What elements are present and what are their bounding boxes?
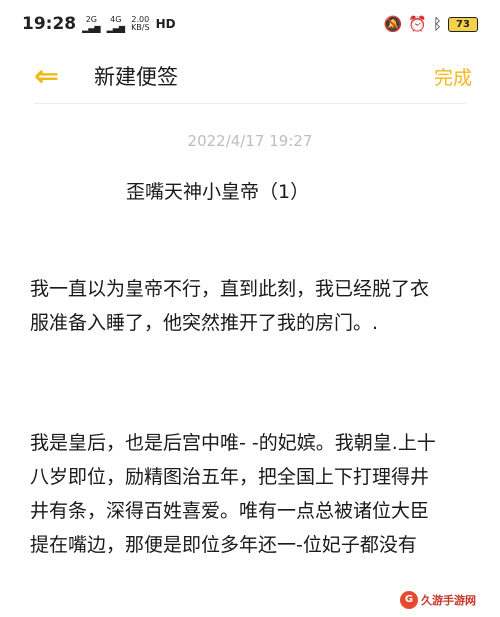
note-timestamp: 2022/4/17 19:27	[187, 132, 313, 150]
status-time: 19:28	[22, 14, 77, 34]
battery-level: 73	[456, 18, 470, 30]
status-left: 19:28 2G ▂▄▆ 4G ▂▄▆ 2.00 KB/S HD	[22, 14, 176, 34]
net-speed: 2.00 KB/S	[131, 16, 150, 32]
page-title: 新建便签	[94, 65, 178, 89]
app-header: ⇐ 新建便签 完成	[0, 48, 500, 104]
note-title[interactable]: 歪嘴天神小皇帝（1）	[126, 177, 309, 204]
watermark-text: 久游手游网	[421, 594, 476, 607]
note-line: 我是皇后，也是后宫中唯- -的妃嫔。我朝皇.上十	[30, 432, 436, 454]
net-speed-unit: KB/S	[131, 23, 150, 32]
header-divider	[34, 103, 466, 104]
note-line: 提在嘴边，那便是即位多年还一-位妃子都没有	[30, 534, 417, 556]
watermark-badge: G	[400, 591, 418, 609]
note-line: 我一直以为皇帝不行，直到此刻，我已经脱了衣	[30, 278, 430, 300]
battery-icon: 73	[448, 16, 478, 32]
alarm-icon: ⏰	[408, 15, 427, 33]
signal-2-icon: 4G ▂▄▆	[106, 15, 126, 33]
status-right: 🔕 ⏰ ᛒ 73	[384, 15, 478, 33]
watermark-logo: G 久游手游网	[400, 589, 486, 611]
bluetooth-icon: ᛒ	[432, 15, 442, 33]
hd-label: HD	[155, 17, 176, 31]
signal-1-icon: 2G ▂▄▆	[82, 15, 101, 33]
status-bar: 19:28 2G ▂▄▆ 4G ▂▄▆ 2.00 KB/S HD 🔕 ⏰ ᛒ 73	[0, 0, 500, 48]
note-line: 八岁即位，励精图治五年，把全国上下打理得井	[30, 466, 430, 488]
mute-icon: 🔕	[383, 15, 403, 33]
note-line: 井有条，深得百姓喜爱。唯有一点总被诸位大臣	[30, 500, 430, 522]
note-line: 服准备入睡了，他突然推开了我的房门。.	[30, 312, 379, 334]
done-button[interactable]: 完成	[434, 63, 472, 90]
back-arrow-icon[interactable]: ⇐	[34, 59, 94, 94]
signal-1-label: 2G	[85, 15, 97, 24]
note-body[interactable]: 我一直以为皇帝不行，直到此刻，我已经脱了衣 服准备入睡了，他突然推开了我的房门。…	[30, 272, 470, 562]
signal-2-label: 4G	[110, 15, 122, 24]
